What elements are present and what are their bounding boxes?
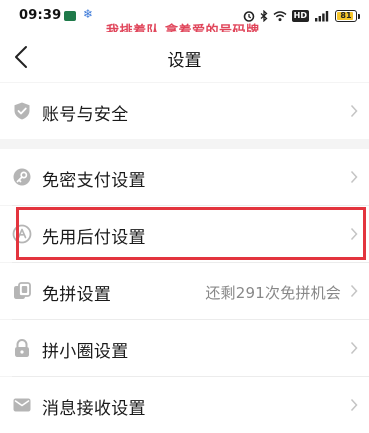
settings-item-value: 还剩291次免拼机会 <box>205 284 341 302</box>
page-title: 设置 <box>167 51 202 71</box>
app-notification-icon <box>64 11 76 21</box>
settings-item-label: 拼小圈设置 <box>42 342 129 362</box>
status-icons: HD 81 <box>243 9 360 23</box>
chevron-right-icon <box>350 104 358 118</box>
settings-item-pay-later[interactable]: 先用后付设置 <box>0 206 369 262</box>
chevron-right-icon <box>350 398 358 412</box>
chevron-right-icon <box>350 284 358 298</box>
key-icon <box>13 168 31 186</box>
settings-item-label: 免拼设置 <box>42 285 112 305</box>
settings-item-password-free-payment[interactable]: 免密支付设置 <box>0 149 369 205</box>
settings-item-pin-circle[interactable]: 拼小圈设置 <box>0 320 369 376</box>
chevron-right-icon <box>350 170 358 184</box>
settings-item-label: 免密支付设置 <box>42 171 146 191</box>
shield-icon <box>14 102 30 120</box>
settings-item-message-receive[interactable]: 消息接收设置 <box>0 377 369 433</box>
pay-later-icon <box>12 224 32 244</box>
hd-badge: HD <box>291 10 309 22</box>
bluetooth-icon <box>260 10 268 22</box>
status-time: 09:39 <box>19 8 62 23</box>
snowflake-icon: ❄ <box>82 7 94 21</box>
lock-icon <box>15 339 29 357</box>
chevron-right-icon <box>350 227 358 241</box>
nav-bar: 设置 <box>0 32 369 82</box>
group-copy-icon <box>14 282 31 299</box>
signal-icon <box>315 11 329 22</box>
mail-icon <box>13 398 31 412</box>
settings-item-label: 消息接收设置 <box>42 399 146 419</box>
chevron-right-icon <box>350 341 358 355</box>
settings-item-group-free[interactable]: 免拼设置 还剩291次免拼机会 <box>0 263 369 319</box>
settings-item-label: 先用后付设置 <box>42 228 146 248</box>
settings-item-label: 账号与安全 <box>42 105 129 125</box>
battery-tip <box>358 13 360 19</box>
settings-item-account-security[interactable]: 账号与安全 <box>0 83 369 139</box>
battery-icon: 81 <box>335 10 357 22</box>
wifi-icon <box>273 11 287 22</box>
